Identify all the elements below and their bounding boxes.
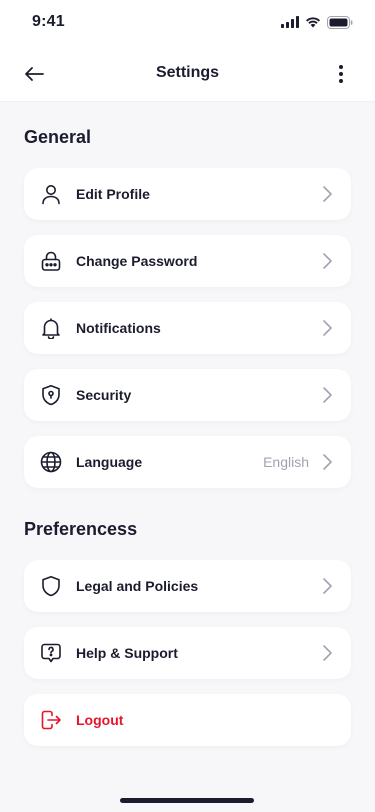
lock-icon bbox=[40, 250, 62, 272]
settings-item-label: Help & Support bbox=[76, 645, 178, 661]
logout-button[interactable]: Logout bbox=[24, 694, 351, 746]
home-indicator bbox=[120, 798, 254, 803]
settings-item-help-support[interactable]: Help & Support bbox=[24, 627, 351, 679]
settings-item-label: Change Password bbox=[76, 253, 198, 269]
status-icons bbox=[281, 15, 353, 29]
general-list: Edit Profile Change Password Notificatio… bbox=[24, 168, 351, 488]
more-vertical-icon bbox=[339, 65, 343, 83]
settings-content: General Edit Profile Change Password Not… bbox=[0, 102, 375, 812]
preferences-list: Legal and Policies Help & Support Logout bbox=[24, 560, 351, 746]
chevron-right-icon bbox=[319, 320, 335, 336]
section-title-general: General bbox=[24, 126, 92, 147]
user-icon bbox=[40, 183, 62, 205]
help-chat-icon bbox=[40, 642, 62, 664]
nav-bar: Settings bbox=[0, 44, 375, 102]
settings-item-legal-policies[interactable]: Legal and Policies bbox=[24, 560, 351, 612]
section-title-preferences: Preferencess bbox=[24, 518, 138, 539]
settings-item-notifications[interactable]: Notifications bbox=[24, 302, 351, 354]
wifi-icon bbox=[306, 17, 320, 28]
chevron-right-icon bbox=[319, 578, 335, 594]
chevron-right-icon bbox=[319, 645, 335, 661]
signal-icon bbox=[281, 16, 299, 28]
arrow-left-icon bbox=[25, 67, 44, 81]
globe-icon bbox=[40, 451, 62, 473]
chevron-right-icon bbox=[319, 186, 335, 202]
chevron-right-icon bbox=[319, 454, 335, 470]
shield-icon bbox=[40, 575, 62, 597]
settings-item-language[interactable]: Language English bbox=[24, 436, 351, 488]
settings-item-edit-profile[interactable]: Edit Profile bbox=[24, 168, 351, 220]
battery-icon bbox=[327, 15, 353, 29]
back-button[interactable] bbox=[18, 58, 50, 90]
bell-icon bbox=[40, 317, 62, 339]
settings-item-label: Logout bbox=[76, 712, 124, 728]
logout-icon bbox=[40, 709, 62, 731]
status-time: 9:41 bbox=[32, 13, 65, 30]
settings-item-label: Notifications bbox=[76, 320, 161, 336]
settings-item-security[interactable]: Security bbox=[24, 369, 351, 421]
settings-item-label: Legal and Policies bbox=[76, 578, 199, 594]
status-bar: 9:41 bbox=[0, 0, 375, 44]
settings-item-change-password[interactable]: Change Password bbox=[24, 235, 351, 287]
language-value: English bbox=[263, 454, 309, 470]
settings-item-label: Security bbox=[76, 387, 132, 403]
settings-item-label: Language bbox=[76, 454, 143, 470]
chevron-right-icon bbox=[319, 387, 335, 403]
shield-lock-icon bbox=[40, 384, 62, 406]
settings-item-label: Edit Profile bbox=[76, 186, 150, 202]
more-options-button[interactable] bbox=[325, 58, 357, 90]
chevron-right-icon bbox=[319, 253, 335, 269]
page-title: Settings bbox=[155, 63, 220, 81]
